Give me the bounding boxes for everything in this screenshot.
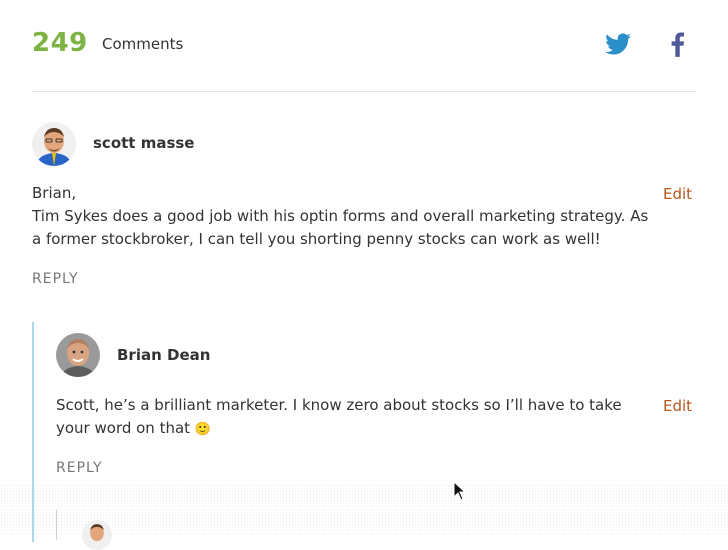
facebook-share-button[interactable] [664, 30, 692, 58]
comments-label: Comments [102, 35, 184, 53]
mouse-cursor-icon [453, 481, 467, 501]
comment-line: Scott, he’s a brilliant marketer. I know… [56, 396, 622, 414]
comment-line: Tim Sykes does a good job with his optin… [32, 207, 649, 225]
edit-link[interactable]: Edit [663, 397, 692, 415]
smile-emoji: 🙂 [194, 422, 212, 437]
comment-line-text: your word on that [56, 419, 191, 437]
avatar-brian-dean [56, 333, 100, 377]
facebook-icon [671, 32, 685, 57]
comment-author: scott masse [93, 134, 195, 152]
twitter-icon [605, 33, 631, 55]
avatar-next-comment [82, 520, 112, 550]
comments-header: 249 Comments [32, 28, 696, 62]
comment-line: your word on that 🙂 [56, 417, 211, 441]
twitter-share-button[interactable] [604, 30, 632, 58]
comment-author: Brian Dean [117, 346, 211, 364]
header-divider [32, 91, 696, 92]
edit-link[interactable]: Edit [663, 185, 692, 203]
reply-button[interactable]: REPLY [32, 270, 79, 288]
avatar-scott-masse [32, 122, 76, 166]
comment-line: Brian, [32, 184, 77, 202]
comment-count: 249 [32, 28, 88, 58]
reply-button[interactable]: REPLY [56, 459, 103, 477]
comment-line: a former stockbroker, I can tell you sho… [32, 230, 601, 248]
